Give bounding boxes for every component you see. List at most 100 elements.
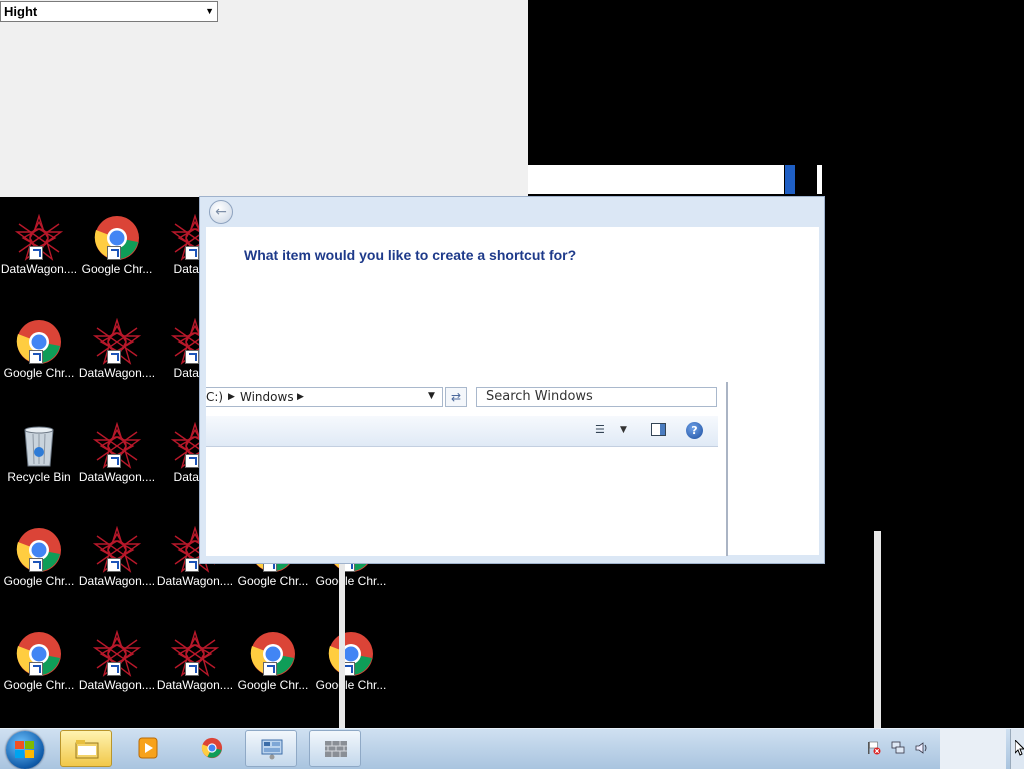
datawagon-icon: [14, 213, 64, 262]
back-button[interactable]: ←: [209, 200, 233, 224]
shortcut-arrow-icon: [29, 350, 43, 364]
desktop-icon[interactable]: DataWagon....: [78, 421, 156, 522]
shortcut-arrow-icon: [107, 662, 121, 676]
shortcut-arrow-icon: [29, 558, 43, 572]
browse-panel: C:) ▶ Windows ▶ ▼ ⇄ Search Windows ☰ ▼ ?: [206, 382, 728, 556]
desktop-icon-label: Google Chr...: [237, 574, 309, 588]
firewall-icon: [325, 741, 347, 757]
chrome-icon: [15, 318, 63, 366]
chevron-down-icon[interactable]: ▼: [620, 425, 627, 435]
chrome-icon: [15, 526, 63, 574]
arrow-left-icon: ←: [215, 204, 227, 220]
desktop-icon[interactable]: DataWagon....: [156, 629, 234, 730]
action-center-flag-icon[interactable]: [867, 741, 881, 755]
background-window-strip: [528, 165, 784, 194]
desktop-icon-label: DataWagon....: [78, 678, 156, 692]
shortcut-arrow-icon: [185, 454, 199, 468]
shortcut-arrow-icon: [29, 246, 43, 260]
desktop-icon[interactable]: DataWagon....: [78, 525, 156, 626]
desktop-icon[interactable]: Google Chr...: [0, 526, 78, 626]
shortcut-arrow-icon: [107, 454, 121, 468]
browse-toolbar: ☰ ▼ ?: [206, 416, 718, 447]
address-segment-windows[interactable]: Windows: [240, 390, 294, 404]
window-fragment: [874, 531, 881, 728]
desktop-icon-label: Google Chr...: [237, 678, 309, 692]
recycle-bin-icon: [15, 422, 63, 470]
desktop-icon[interactable]: DataWagon....: [0, 213, 78, 314]
chrome-icon: [201, 737, 223, 759]
create-shortcut-dialog: ← What item would you like to create a s…: [199, 196, 825, 564]
top-select-dropdown[interactable]: Hight ▼: [0, 1, 218, 22]
chevron-down-icon[interactable]: ▼: [428, 391, 435, 401]
dialog-body: What item would you like to create a sho…: [206, 227, 819, 556]
shortcut-arrow-icon: [107, 350, 121, 364]
taskbar-firewall-button[interactable]: [309, 730, 361, 767]
volume-icon[interactable]: [915, 741, 929, 755]
taskbar: [0, 728, 1024, 769]
desktop-icon[interactable]: Google Chr...: [0, 630, 78, 730]
shortcut-arrow-icon: [107, 246, 121, 260]
help-icon[interactable]: ?: [686, 422, 703, 439]
chevron-down-icon: ▼: [205, 6, 214, 16]
desktop-icon-label: DataWagon....: [78, 470, 156, 484]
desktop-icon-label: Google Chr...: [3, 366, 75, 380]
taskbar-explorer-button[interactable]: [60, 730, 112, 767]
background-window: Hight ▼: [0, 0, 528, 197]
datawagon-icon: [92, 525, 142, 574]
datawagon-icon: [170, 629, 220, 678]
background-window-accent: [785, 165, 795, 194]
chrome-icon: [15, 630, 63, 678]
desktop-icon-label: Google Chr...: [3, 678, 75, 692]
taskbar-chrome-button[interactable]: [186, 730, 238, 767]
views-icon[interactable]: ☰: [595, 423, 611, 437]
desktop-icon[interactable]: Google Chr...: [0, 318, 78, 418]
preview-pane-icon[interactable]: [651, 423, 666, 436]
shortcut-arrow-icon: [185, 246, 199, 260]
desktop-icon-label: Google Chr...: [315, 678, 387, 692]
system-tray: [863, 729, 938, 769]
desktop-icon[interactable]: Google Chr...: [312, 630, 390, 730]
desktop-icon[interactable]: Recycle Bin: [0, 422, 78, 522]
datawagon-icon: [92, 317, 142, 366]
desktop-icon-label: Recycle Bin: [7, 470, 71, 484]
taskbar-media-player-button[interactable]: [122, 730, 174, 767]
shortcut-arrow-icon: [185, 662, 199, 676]
desktop-icon-label: DataWagon....: [78, 574, 156, 588]
network-icon[interactable]: [891, 741, 905, 755]
top-select-value: Hight: [4, 4, 38, 19]
datawagon-icon: [92, 629, 142, 678]
desktop-icon[interactable]: DataWagon....: [78, 317, 156, 418]
desktop-icon-label: Google Chr...: [315, 574, 387, 588]
control-panel-icon: [261, 739, 283, 760]
chevron-right-icon[interactable]: ▶: [297, 392, 304, 402]
windows-explorer-icon: [75, 740, 99, 759]
start-button[interactable]: [6, 731, 44, 769]
address-bar[interactable]: C:) ▶ Windows ▶ ▼: [206, 387, 443, 407]
datawagon-icon: [92, 421, 142, 470]
shortcut-arrow-icon: [107, 558, 121, 572]
desktop-icon-label: DataWagon....: [156, 574, 234, 588]
windows-logo-icon: [15, 741, 35, 759]
dialog-heading: What item would you like to create a sho…: [244, 247, 577, 263]
mouse-cursor-icon: [1015, 740, 1024, 756]
chrome-icon: [93, 214, 141, 262]
desktop-icon-label: DataWagon....: [156, 678, 234, 692]
shortcut-arrow-icon: [29, 662, 43, 676]
media-player-icon: [138, 737, 158, 759]
desktop-icon[interactable]: Google Chr...: [78, 214, 156, 314]
shortcut-arrow-icon: [185, 350, 199, 364]
address-segment-drive[interactable]: C:): [206, 390, 223, 404]
desktop-icon-label: Google Chr...: [81, 262, 153, 276]
window-fragment: [339, 563, 345, 728]
taskbar-control-panel-button[interactable]: [245, 730, 297, 767]
refresh-button[interactable]: ⇄: [445, 387, 467, 407]
desktop-icon[interactable]: Google Chr...: [234, 630, 312, 730]
chrome-icon: [249, 630, 297, 678]
search-input[interactable]: Search Windows: [476, 387, 717, 407]
desktop-icon[interactable]: DataWagon....: [78, 629, 156, 730]
chevron-right-icon[interactable]: ▶: [228, 392, 235, 402]
desktop-icon-label: DataWagon....: [78, 366, 156, 380]
refresh-icon: ⇄: [450, 390, 462, 404]
desktop-icon-label: DataWagon....: [0, 262, 78, 276]
clock-area[interactable]: [940, 729, 1006, 769]
